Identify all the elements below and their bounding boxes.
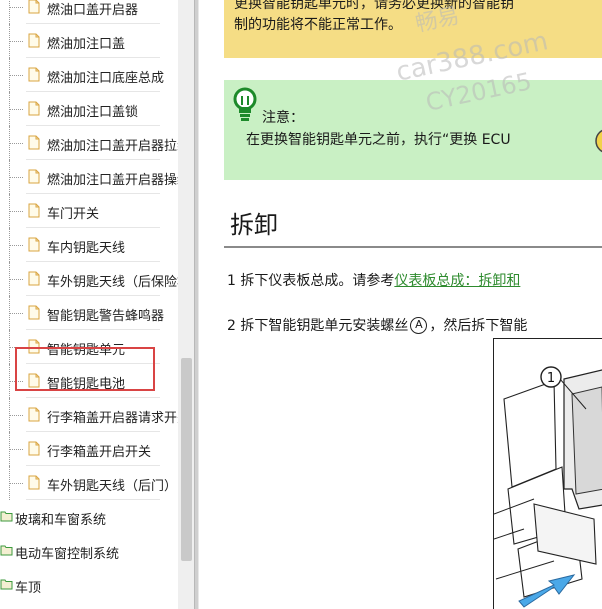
document-icon: [28, 101, 40, 116]
content-pane: 更换智能钥匙单元时，请务必更换新的智能钥 制的功能将不能正常工作。 注意： 在更…: [199, 0, 602, 609]
tree-item-label: 行李箱盖开启开关: [47, 445, 152, 460]
tree-item-label: 电动车窗控制系统: [15, 547, 120, 562]
tree-item-label: 燃油加注口盖锁: [47, 105, 139, 120]
warning-line-1: 更换智能钥匙单元时，请务必更换新的智能钥: [234, 0, 514, 12]
step-2: 2 拆下智能钥匙单元安装螺丝 A ，然后拆下智能: [227, 315, 527, 335]
note-box: 注意： 在更换智能钥匙单元之前，执行“更换 ECU: [224, 80, 602, 180]
warning-line-2: 制的功能将不能正常工作。: [234, 17, 402, 33]
tree-folder[interactable]: 车顶: [0, 568, 178, 602]
folder-icon: [0, 545, 13, 556]
section-title: 拆卸: [230, 211, 278, 239]
tree-branch-line: [9, 75, 23, 76]
tree-item[interactable]: 车外钥匙天线（后门）: [0, 466, 178, 500]
lightbulb-icon: [233, 87, 257, 121]
sidebar-scrollbar[interactable]: [178, 0, 194, 609]
tree-item[interactable]: 行李箱盖开启器请求开关: [0, 398, 178, 432]
document-icon: [28, 441, 40, 456]
document-icon: [28, 0, 40, 14]
tree-item[interactable]: 智能钥匙警告蜂鸣器: [0, 296, 178, 330]
tree-branch-line: [9, 109, 23, 110]
note-body: 在更换智能钥匙单元之前，执行“更换 ECU: [246, 132, 511, 148]
document-icon: [28, 67, 40, 82]
tree-branch-line: [9, 415, 23, 416]
info-symbol-icon: [595, 129, 602, 153]
tree-branch-line: [9, 483, 23, 484]
document-icon: [28, 135, 40, 150]
warning-box: 更换智能钥匙单元时，请务必更换新的智能钥 制的功能将不能正常工作。: [224, 0, 602, 58]
document-icon: [28, 33, 40, 48]
tree-branch-line: [9, 279, 23, 280]
tree-folder[interactable]: 玻璃和车窗系统: [0, 500, 178, 534]
document-icon: [28, 203, 40, 218]
tree-item-label: 车外钥匙天线（后保险杠）: [47, 275, 178, 290]
tree-item[interactable]: 燃油加注口盖锁: [0, 92, 178, 126]
instrument-panel-link[interactable]: 仪表板总成：拆卸和: [394, 273, 520, 289]
step-2-text: 2 拆下智能钥匙单元安装螺丝: [227, 318, 409, 334]
tree-item-label: 燃油加注口盖: [47, 37, 126, 52]
step-2-text-suffix: ，然后拆下智能: [429, 318, 528, 334]
diagram-drawing: 1: [494, 366, 602, 608]
tree-branch-line: [9, 245, 23, 246]
tree-branch-line: [9, 143, 23, 144]
tree-branch-line: [9, 7, 23, 8]
tree-item[interactable]: 燃油加注口盖开启器拉线: [0, 126, 178, 160]
step-1-text: 1 拆下仪表板总成。请参考: [227, 273, 395, 289]
tree-item-label: 玻璃和车窗系统: [15, 513, 107, 528]
tree-item[interactable]: 车外钥匙天线（后保险杠）: [0, 262, 178, 296]
tree-item-label: 车内钥匙天线: [47, 241, 126, 256]
tree-item[interactable]: 燃油口盖开启器: [0, 0, 178, 24]
document-icon: [28, 169, 40, 184]
tree-item[interactable]: 燃油加注口盖: [0, 24, 178, 58]
tree-item-label: 行李箱盖开启器请求开关: [47, 411, 178, 426]
tree-branch-line: [9, 347, 23, 348]
tree-item[interactable]: 行李箱盖开启开关: [0, 432, 178, 466]
callout-1-label: 1: [547, 371, 555, 386]
tree-item[interactable]: 智能钥匙电池: [0, 364, 178, 398]
tree-branch-line: [9, 449, 23, 450]
document-icon: [28, 373, 40, 388]
tree-branch-line: [9, 41, 23, 42]
note-title: 注意：: [262, 110, 304, 126]
document-icon: [28, 407, 40, 422]
tree-item-label: 燃油加注口盖开启器操纵: [47, 173, 178, 188]
tree-item-label: 智能钥匙警告蜂鸣器: [47, 309, 165, 324]
marker-a-symbol: A: [410, 317, 428, 334]
tree-guide-line: [9, 0, 10, 24]
document-icon: [28, 237, 40, 252]
tree-item[interactable]: 燃油加注口底座总成: [0, 58, 178, 92]
tree-item-label: 燃油加注口盖开启器拉线: [47, 139, 178, 154]
tree-item[interactable]: 智能钥匙单元: [0, 330, 178, 364]
folder-icon: [0, 579, 13, 590]
tree-branch-line: [9, 177, 23, 178]
tree-item-label: 燃油口盖开启器: [47, 3, 139, 18]
folder-icon: [0, 511, 13, 522]
tree-item-label: 车外钥匙天线（后门）: [47, 479, 178, 494]
tree-branch-line: [9, 381, 23, 382]
document-icon: [28, 305, 40, 320]
document-icon: [28, 339, 40, 354]
tree-folder[interactable]: 电动车窗控制系统: [0, 534, 178, 568]
step-1: 1 拆下仪表板总成。请参考仪表板总成：拆卸和: [227, 270, 520, 290]
removal-diagram: 1: [493, 338, 602, 609]
document-icon: [28, 271, 40, 286]
tree-branch-line: [9, 211, 23, 212]
sidebar-scroll-thumb[interactable]: [181, 358, 192, 561]
tree-item[interactable]: 燃油加注口盖开启器操纵: [0, 160, 178, 194]
tree-item[interactable]: 车内钥匙天线: [0, 228, 178, 262]
tree-item-label: 燃油加注口底座总成: [47, 71, 165, 86]
tree-branch-line: [9, 313, 23, 314]
tree-item-label: 车门开关: [47, 207, 100, 222]
tree-item-label: 智能钥匙单元: [47, 343, 126, 358]
tree-item-label: 智能钥匙电池: [47, 377, 126, 392]
navigation-tree-panel: 燃油口盖开启器 燃油加注口盖燃油加注口底座总成 燃油加注口盖锁燃油加注口盖开启器拉线…: [0, 0, 196, 609]
tree-item-label: 车顶: [15, 581, 42, 596]
section-divider: [224, 246, 602, 248]
document-icon: [28, 475, 40, 490]
tree-item[interactable]: 车门开关: [0, 194, 178, 228]
